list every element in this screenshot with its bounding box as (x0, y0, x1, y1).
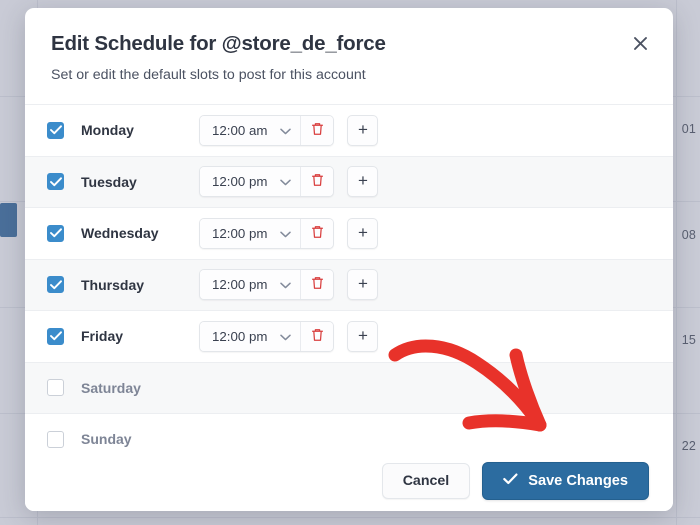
time-value: 12:00 pm (212, 328, 268, 344)
day-label: Saturday (81, 379, 141, 396)
schedule-day-row: Monday 12:00 am + (25, 105, 673, 157)
calendar-day-number: 15 (681, 333, 696, 347)
calendar-grid-line (676, 0, 677, 525)
modal-header: Edit Schedule for @store_de_force Set or… (25, 8, 673, 84)
time-select[interactable]: 12:00 pm (200, 218, 301, 248)
delete-slot-button[interactable] (300, 270, 334, 300)
delete-slot-button[interactable] (300, 115, 334, 145)
day-time-controls: 12:00 pm + (199, 269, 379, 301)
trash-icon (311, 225, 324, 242)
modal-subtitle: Set or edit the default slots to post fo… (51, 66, 366, 83)
schedule-day-list: Monday 12:00 am + Tuesday 12:00 pm + Wednesday… (25, 104, 673, 466)
trash-icon (311, 122, 324, 139)
time-slot-group: 12:00 pm (199, 320, 335, 352)
schedule-day-row: Thursday 12:00 pm + (25, 259, 673, 312)
time-select[interactable]: 12:00 am (200, 115, 301, 145)
calendar-event-block (0, 203, 17, 237)
add-slot-button[interactable]: + (347, 217, 379, 249)
time-slot-group: 12:00 pm (199, 217, 335, 249)
add-slot-button[interactable]: + (347, 269, 379, 301)
day-checkbox-wednesday[interactable] (47, 224, 64, 242)
save-changes-button[interactable]: Save Changes (482, 462, 649, 500)
trash-icon (311, 276, 324, 293)
close-icon (633, 36, 648, 51)
delete-slot-button[interactable] (300, 218, 334, 248)
chevron-down-icon (280, 329, 292, 344)
calendar-day-number: 22 (681, 439, 696, 453)
day-time-controls: 12:00 pm + (199, 217, 379, 249)
add-slot-button[interactable]: + (347, 166, 379, 198)
cancel-button[interactable]: Cancel (381, 463, 471, 499)
day-time-controls: 12:00 pm + (199, 320, 379, 352)
schedule-day-row: Friday 12:00 pm + (25, 311, 673, 363)
time-slot-group: 12:00 pm (199, 166, 335, 198)
day-label: Tuesday (81, 173, 137, 190)
calendar-grid-line (0, 517, 700, 518)
day-checkbox-monday[interactable] (47, 121, 64, 139)
add-slot-button[interactable]: + (347, 320, 379, 352)
chevron-down-icon (280, 226, 292, 241)
day-time-controls: 12:00 am + (199, 114, 379, 146)
chevron-down-icon (280, 123, 292, 138)
day-label: Monday (81, 122, 134, 139)
trash-icon (311, 173, 324, 190)
day-label: Friday (81, 328, 124, 345)
time-slot-group: 12:00 am (199, 114, 335, 146)
day-checkbox-tuesday[interactable] (47, 173, 64, 191)
time-value: 12:00 am (212, 122, 268, 138)
delete-slot-button[interactable] (300, 321, 334, 351)
day-time-controls: 12:00 pm + (199, 166, 379, 198)
day-checkbox-sunday[interactable] (47, 430, 64, 448)
save-changes-label: Save Changes (528, 473, 628, 489)
calendar-day-number: 08 (681, 228, 696, 242)
page-title: Edit Schedule for @store_de_force (51, 32, 386, 55)
time-select[interactable]: 12:00 pm (200, 321, 301, 351)
time-value: 12:00 pm (212, 277, 268, 293)
chevron-down-icon (280, 174, 292, 189)
day-checkbox-saturday[interactable] (47, 379, 64, 397)
edit-schedule-modal: Edit Schedule for @store_de_force Set or… (25, 8, 673, 511)
day-label: Sunday (81, 431, 132, 448)
check-icon (503, 473, 518, 489)
schedule-day-row: Saturday (25, 362, 673, 415)
add-slot-button[interactable]: + (347, 114, 379, 146)
delete-slot-button[interactable] (300, 167, 334, 197)
chevron-down-icon (280, 277, 292, 292)
schedule-day-row: Wednesday 12:00 pm + (25, 208, 673, 260)
time-select[interactable]: 12:00 pm (200, 270, 301, 300)
time-value: 12:00 pm (212, 225, 268, 241)
time-select[interactable]: 12:00 pm (200, 167, 301, 197)
day-label: Thursday (81, 276, 145, 293)
day-checkbox-thursday[interactable] (47, 276, 64, 294)
close-button[interactable] (625, 28, 655, 58)
day-checkbox-friday[interactable] (47, 327, 64, 345)
modal-footer: Cancel Save Changes (25, 451, 673, 511)
calendar-day-number: 01 (681, 122, 696, 136)
trash-icon (311, 328, 324, 345)
schedule-day-row: Tuesday 12:00 pm + (25, 156, 673, 209)
time-value: 12:00 pm (212, 174, 268, 190)
day-label: Wednesday (81, 225, 159, 242)
time-slot-group: 12:00 pm (199, 269, 335, 301)
